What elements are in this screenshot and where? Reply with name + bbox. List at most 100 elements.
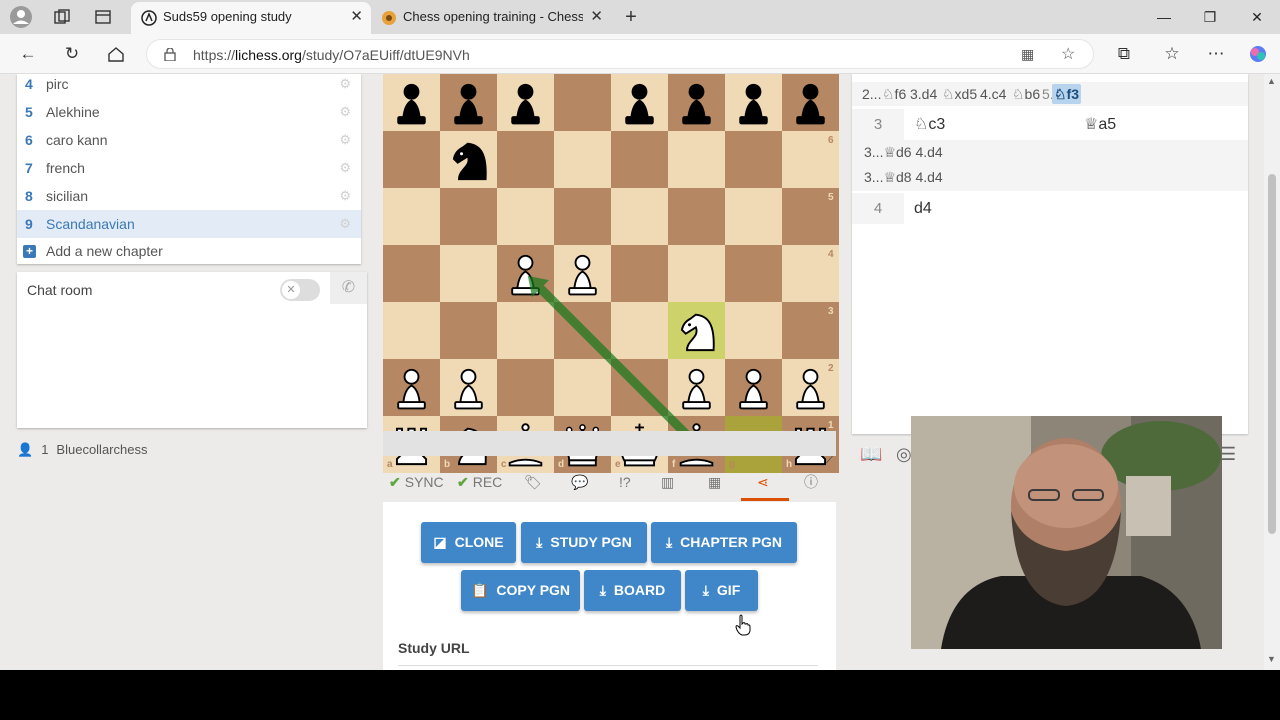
white-pawn-piece[interactable] — [440, 359, 497, 416]
extensions-icon[interactable]: ⧉ — [1112, 42, 1136, 66]
square-e3[interactable] — [611, 302, 668, 359]
chapter-item[interactable]: 6 caro kann ⚙ — [17, 126, 361, 154]
move[interactable]: d4 — [914, 193, 932, 224]
url-input[interactable]: https://lichess.org/study/O7aEUiff/dtUE9… — [146, 39, 1094, 69]
move[interactable]: 3.d4 — [910, 82, 937, 106]
chapter-item-active[interactable]: 9 Scandanavian ⚙ — [17, 210, 361, 238]
member-name[interactable]: Bluecollarchess — [56, 442, 147, 457]
study-pgn-button[interactable]: ⤓ STUDY PGN — [521, 522, 647, 563]
gear-icon[interactable]: ⚙ — [339, 126, 351, 154]
square-c6[interactable] — [497, 131, 554, 188]
square-c2[interactable] — [497, 359, 554, 416]
rec-button[interactable]: ✔ REC — [457, 470, 502, 494]
square-b3[interactable] — [440, 302, 497, 359]
black-pawn-piece[interactable] — [611, 74, 668, 131]
square-a5[interactable] — [383, 188, 440, 245]
square-b5[interactable] — [440, 188, 497, 245]
white-pawn-piece[interactable] — [782, 359, 839, 416]
move[interactable]: ♘f6 — [882, 82, 906, 106]
gear-icon[interactable]: ⚙ — [339, 154, 351, 182]
scrollbar-thumb[interactable] — [1268, 174, 1276, 534]
tab-chess-training[interactable]: Chess opening training - Chess Te ✕ — [371, 2, 611, 34]
close-tab-icon[interactable]: ✕ — [590, 2, 603, 32]
variation-line[interactable]: 3...♕d8 4.d4 — [864, 169, 943, 186]
white-pawn-piece[interactable] — [668, 359, 725, 416]
new-tab-icon[interactable]: + — [619, 5, 643, 29]
square-f5[interactable] — [668, 188, 725, 245]
gear-icon[interactable]: ⚙ — [339, 182, 351, 210]
move[interactable]: ♕a5 — [1084, 109, 1116, 140]
square-f6[interactable] — [668, 131, 725, 188]
square-g4[interactable] — [725, 245, 782, 302]
tag-icon[interactable]: 🏷 — [524, 470, 542, 494]
sync-button[interactable]: ✔ SYNC — [389, 470, 444, 494]
book-icon[interactable]: 📖 — [860, 444, 882, 465]
info-icon[interactable]: ⓘ — [804, 470, 818, 494]
chat-toggle[interactable]: ✕ — [280, 279, 320, 301]
white-pawn-piece[interactable] — [383, 359, 440, 416]
more-menu-icon[interactable]: ⋯ — [1204, 42, 1228, 66]
profile-icon[interactable] — [9, 5, 33, 29]
tab-actions-icon[interactable] — [91, 5, 115, 29]
restore-icon[interactable]: ❐ — [1187, 0, 1233, 34]
square-c5[interactable] — [497, 188, 554, 245]
square-e4[interactable] — [611, 245, 668, 302]
workspaces-icon[interactable] — [50, 5, 74, 29]
black-pawn-piece[interactable] — [383, 74, 440, 131]
move[interactable]: 4.c4 — [980, 82, 1006, 106]
copy-pgn-button[interactable]: 📋 COPY PGN — [461, 570, 580, 611]
close-tab-icon[interactable]: ✕ — [350, 2, 363, 32]
black-pawn-piece[interactable] — [782, 74, 839, 131]
square-c3[interactable] — [497, 302, 554, 359]
move[interactable]: ♘c3 — [914, 109, 945, 140]
square-f4[interactable] — [668, 245, 725, 302]
close-window-icon[interactable]: ✕ — [1234, 0, 1280, 34]
home-icon[interactable] — [104, 42, 128, 66]
square-d2[interactable] — [554, 359, 611, 416]
square-e2[interactable] — [611, 359, 668, 416]
square-d3[interactable] — [554, 302, 611, 359]
app-available-icon[interactable]: ▦ — [1021, 46, 1034, 63]
white-pawn-piece[interactable] — [725, 359, 782, 416]
add-chapter-button[interactable]: + Add a new chapter — [17, 238, 361, 264]
reload-icon[interactable]: ↻ — [60, 42, 84, 66]
menu-icon[interactable]: ☰ — [1220, 444, 1236, 465]
square-g6[interactable] — [725, 131, 782, 188]
black-pawn-piece[interactable] — [725, 74, 782, 131]
gear-icon[interactable]: ⚙ — [339, 98, 351, 126]
move[interactable]: ♘b6 — [1012, 82, 1040, 106]
black-pawn-piece[interactable] — [668, 74, 725, 131]
comment-icon[interactable]: 💬 — [571, 470, 588, 494]
gif-button[interactable]: ⤓ GIF — [685, 570, 758, 611]
back-icon[interactable]: ← — [16, 42, 40, 66]
minimize-icon[interactable]: — — [1141, 0, 1187, 34]
square-d7[interactable] — [554, 74, 611, 131]
clone-button[interactable]: ◪ CLONE — [421, 522, 516, 563]
square-e5[interactable] — [611, 188, 668, 245]
square-a4[interactable] — [383, 245, 440, 302]
move[interactable]: ♘xd5 — [942, 82, 977, 106]
chapter-item[interactable]: 4 pirc ⚙ — [17, 74, 361, 98]
chapter-pgn-button[interactable]: ⤓ CHAPTER PGN — [651, 522, 797, 563]
favorite-star-icon[interactable]: ☆ — [1061, 44, 1075, 64]
white-knight-piece[interactable] — [668, 302, 725, 359]
black-pawn-piece[interactable] — [440, 74, 497, 131]
grid-icon[interactable]: ▦ — [708, 470, 721, 494]
chapter-item[interactable]: 7 french ⚙ — [17, 154, 361, 182]
phone-icon[interactable]: ✆ — [330, 272, 367, 304]
square-g3[interactable] — [725, 302, 782, 359]
favorites-icon[interactable]: ☆ — [1160, 42, 1184, 66]
chapter-item[interactable]: 5 Alekhine ⚙ — [17, 98, 361, 126]
share-icon[interactable]: ⋖ — [757, 470, 769, 494]
white-pawn-piece[interactable] — [554, 245, 611, 302]
variation-line[interactable]: 3...♕d6 4.d4 — [864, 144, 943, 161]
chapter-item[interactable]: 8 sicilian ⚙ — [17, 182, 361, 210]
current-move[interactable]: ♘f3 — [1052, 84, 1081, 104]
square-b4[interactable] — [440, 245, 497, 302]
square-g5[interactable] — [725, 188, 782, 245]
board-button[interactable]: ⤓ BOARD — [584, 570, 681, 611]
gear-icon[interactable]: ⚙ — [339, 74, 351, 98]
square-a3[interactable] — [383, 302, 440, 359]
scroll-down-icon[interactable]: ▼ — [1267, 654, 1276, 664]
square-a6[interactable] — [383, 131, 440, 188]
